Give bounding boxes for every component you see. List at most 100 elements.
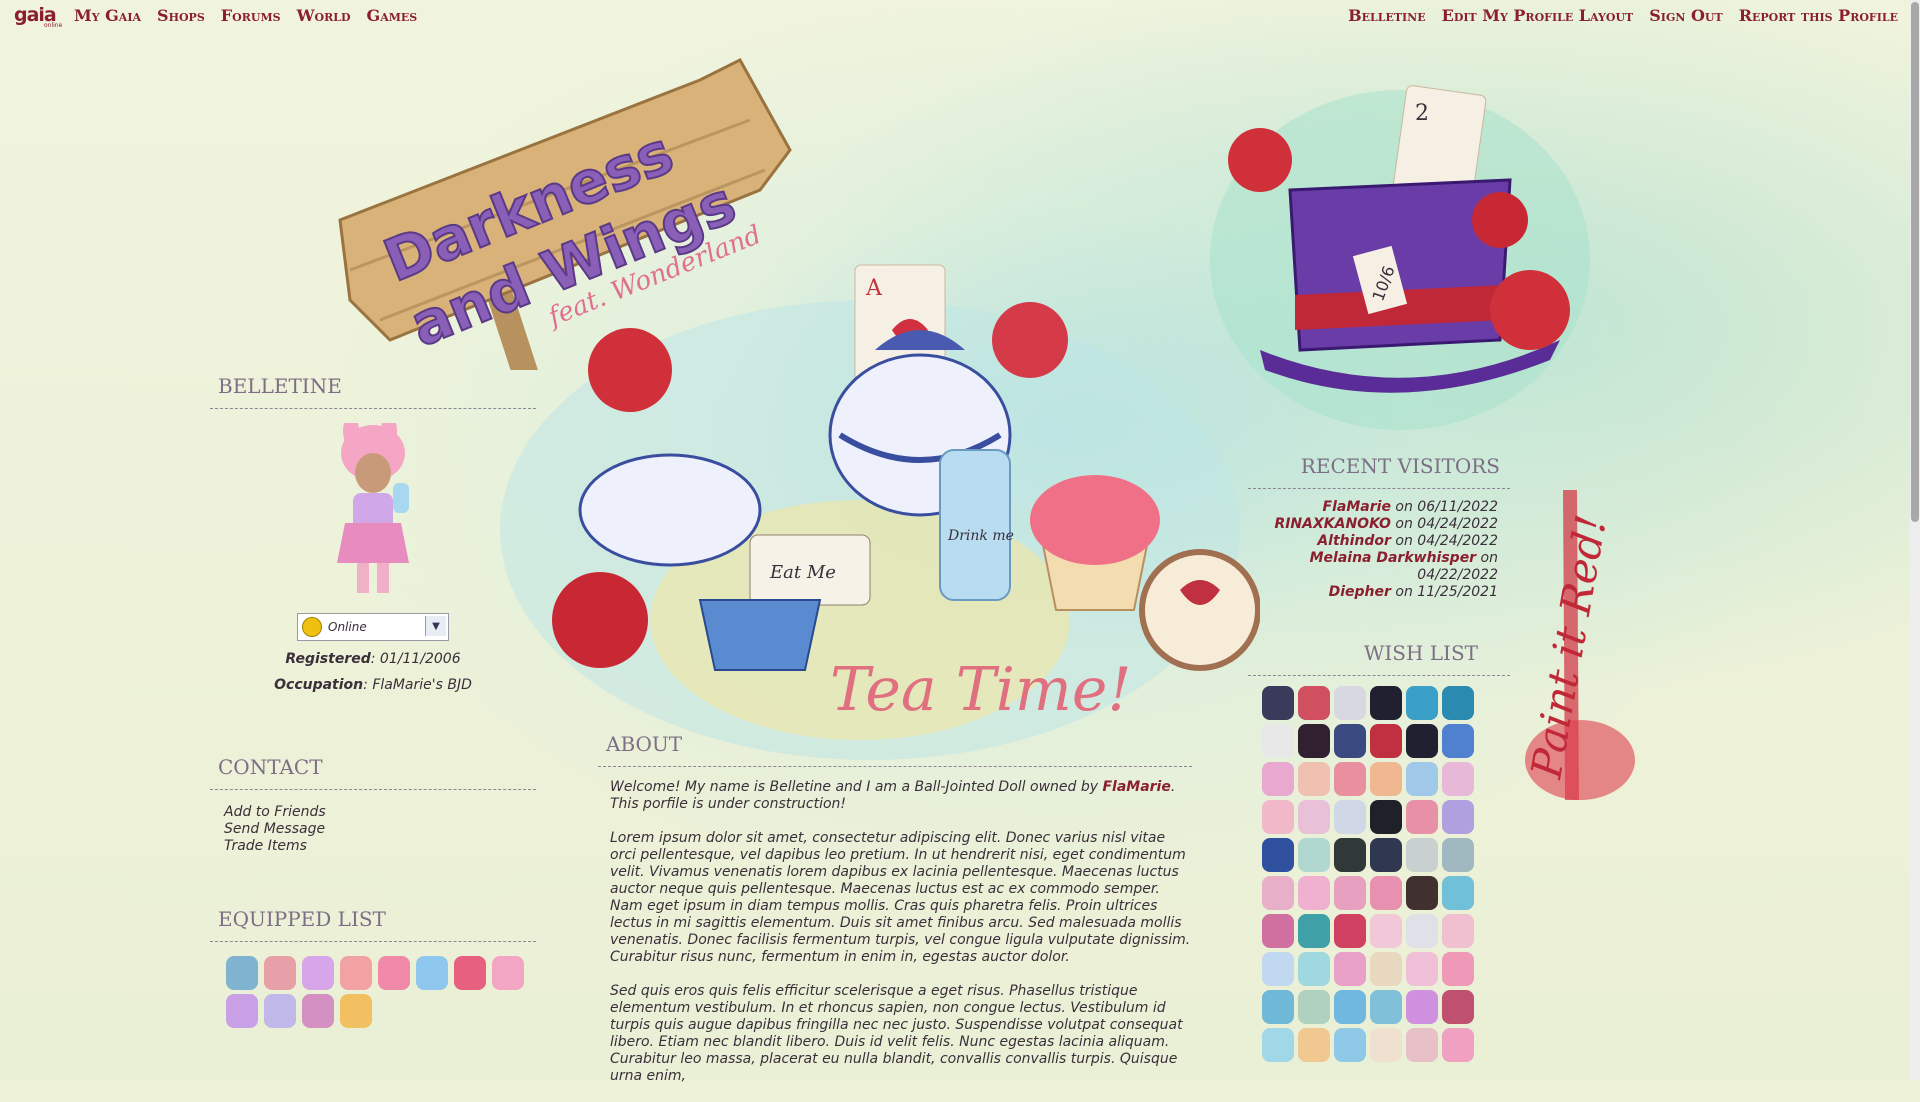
- nav-world[interactable]: World: [297, 6, 351, 25]
- online-status-select[interactable]: Online ▼: [297, 613, 449, 641]
- wish-list-item[interactable]: [1298, 800, 1330, 834]
- wish-list-item[interactable]: [1406, 686, 1438, 720]
- wish-list-item[interactable]: [1262, 800, 1294, 834]
- wish-list-item[interactable]: [1334, 800, 1366, 834]
- wish-list-item[interactable]: [1406, 762, 1438, 796]
- nav-sign-out[interactable]: Sign Out: [1649, 6, 1722, 25]
- wish-list-item[interactable]: [1370, 724, 1402, 758]
- nav-edit-profile-layout[interactable]: Edit My Profile Layout: [1442, 6, 1634, 25]
- send-message-link[interactable]: Send Message: [224, 821, 536, 838]
- wish-list-item[interactable]: [1442, 876, 1474, 910]
- equipped-item[interactable]: [302, 956, 334, 990]
- wish-list-item[interactable]: [1442, 724, 1474, 758]
- wish-list-item[interactable]: [1334, 952, 1366, 986]
- wish-list-item[interactable]: [1406, 876, 1438, 910]
- nav-games[interactable]: Games: [367, 6, 418, 25]
- wish-list-item[interactable]: [1262, 838, 1294, 872]
- visitor-on: on: [1395, 533, 1413, 549]
- visitor-name[interactable]: RINAXKANOKO: [1274, 516, 1391, 532]
- wish-list-item[interactable]: [1298, 1028, 1330, 1062]
- wish-list-item[interactable]: [1406, 838, 1438, 872]
- wish-list-item[interactable]: [1370, 990, 1402, 1024]
- wish-list-item[interactable]: [1334, 762, 1366, 796]
- wish-list-item[interactable]: [1298, 952, 1330, 986]
- wish-list-item[interactable]: [1262, 876, 1294, 910]
- visitor-name[interactable]: Diepher: [1329, 584, 1391, 600]
- equipped-item[interactable]: [416, 956, 448, 990]
- about-intro-text: Welcome! My name is Belletine and I am a…: [610, 779, 1103, 795]
- equipped-item[interactable]: [340, 956, 372, 990]
- equipped-item[interactable]: [492, 956, 524, 990]
- wish-list-item[interactable]: [1370, 686, 1402, 720]
- wish-list-item[interactable]: [1406, 952, 1438, 986]
- wish-list-item[interactable]: [1262, 1028, 1294, 1062]
- wish-list-item[interactable]: [1298, 838, 1330, 872]
- wish-list-item[interactable]: [1442, 838, 1474, 872]
- wish-list-item[interactable]: [1370, 952, 1402, 986]
- nav-forums[interactable]: Forums: [221, 6, 281, 25]
- avatar[interactable]: [323, 423, 423, 603]
- wish-list-item[interactable]: [1370, 762, 1402, 796]
- wish-list-item[interactable]: [1442, 762, 1474, 796]
- trade-items-link[interactable]: Trade Items: [224, 838, 536, 855]
- wish-list-item[interactable]: [1298, 914, 1330, 948]
- wish-list-item[interactable]: [1298, 990, 1330, 1024]
- nav-username[interactable]: Belletine: [1348, 6, 1426, 25]
- equipped-item[interactable]: [378, 956, 410, 990]
- page-scrollbar[interactable]: [1910, 0, 1920, 1080]
- recent-visitors-list: FlaMarie on 06/11/2022 RINAXKANOKO on 04…: [1248, 489, 1510, 601]
- wish-list-item[interactable]: [1262, 952, 1294, 986]
- wish-list-item[interactable]: [1442, 686, 1474, 720]
- add-to-friends-link[interactable]: Add to Friends: [224, 804, 536, 821]
- wish-list-item[interactable]: [1406, 800, 1438, 834]
- wish-list-item[interactable]: [1442, 990, 1474, 1024]
- nav-my-gaia[interactable]: My Gaia: [74, 6, 141, 25]
- wish-list-item[interactable]: [1262, 990, 1294, 1024]
- nav-shops[interactable]: Shops: [157, 6, 205, 25]
- visitor-name[interactable]: Melaina Darkwhisper: [1310, 550, 1477, 566]
- equipped-item[interactable]: [302, 994, 334, 1028]
- wish-list-item[interactable]: [1262, 914, 1294, 948]
- wish-list-item[interactable]: [1334, 990, 1366, 1024]
- wish-list-item[interactable]: [1262, 686, 1294, 720]
- wish-list-item[interactable]: [1406, 990, 1438, 1024]
- wish-list-item[interactable]: [1442, 914, 1474, 948]
- wish-list-item[interactable]: [1334, 914, 1366, 948]
- wish-list-item[interactable]: [1262, 724, 1294, 758]
- wish-list-item[interactable]: [1334, 724, 1366, 758]
- wish-list-item[interactable]: [1406, 914, 1438, 948]
- wish-list-item[interactable]: [1370, 800, 1402, 834]
- wish-list-item[interactable]: [1370, 1028, 1402, 1062]
- scrollbar-thumb[interactable]: [1911, 2, 1919, 522]
- wish-list-item[interactable]: [1442, 800, 1474, 834]
- wish-list-item[interactable]: [1406, 1028, 1438, 1062]
- wish-list-item[interactable]: [1406, 724, 1438, 758]
- wish-list-item[interactable]: [1334, 1028, 1366, 1062]
- wish-list-item[interactable]: [1298, 762, 1330, 796]
- wish-list-item[interactable]: [1298, 876, 1330, 910]
- visitor-date: 04/22/2022: [1417, 567, 1498, 583]
- visitor-name[interactable]: Althindor: [1317, 533, 1391, 549]
- wish-list-item[interactable]: [1442, 952, 1474, 986]
- owner-link[interactable]: FlaMarie: [1102, 779, 1170, 795]
- equipped-item[interactable]: [454, 956, 486, 990]
- wish-list-item[interactable]: [1334, 876, 1366, 910]
- equipped-item[interactable]: [340, 994, 372, 1028]
- wish-list-item[interactable]: [1262, 762, 1294, 796]
- equipped-item[interactable]: [264, 956, 296, 990]
- wish-list-item[interactable]: [1370, 838, 1402, 872]
- wish-list-item[interactable]: [1298, 686, 1330, 720]
- equipped-item[interactable]: [264, 994, 296, 1028]
- wish-list-item[interactable]: [1370, 876, 1402, 910]
- dropdown-arrow-icon[interactable]: ▼: [425, 616, 446, 636]
- wish-list-item[interactable]: [1334, 838, 1366, 872]
- wish-list-item[interactable]: [1334, 686, 1366, 720]
- wish-list-item[interactable]: [1370, 914, 1402, 948]
- visitor-name[interactable]: FlaMarie: [1323, 499, 1391, 515]
- wish-list-item[interactable]: [1298, 724, 1330, 758]
- equipped-item[interactable]: [226, 994, 258, 1028]
- wish-list-item[interactable]: [1442, 1028, 1474, 1062]
- equipped-item[interactable]: [226, 956, 258, 990]
- nav-report-profile[interactable]: Report this Profile: [1739, 6, 1898, 25]
- gaia-logo[interactable]: gaia online: [14, 4, 64, 29]
